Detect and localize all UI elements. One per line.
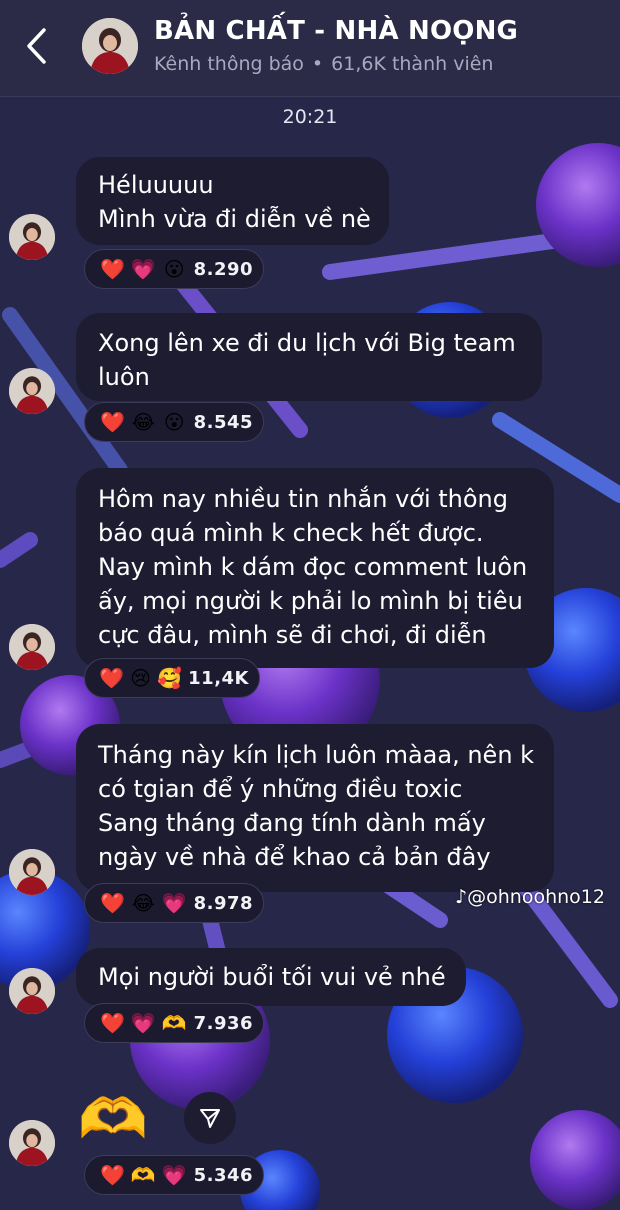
sender-avatar[interactable] xyxy=(9,968,55,1014)
share-button[interactable] xyxy=(184,1092,236,1144)
heart-icon: ❤️ xyxy=(99,410,125,434)
pink-heart-icon: 💗 xyxy=(161,891,187,915)
send-icon xyxy=(200,1109,220,1128)
crying-face-icon: 😢 xyxy=(130,666,151,690)
heart-hands-icon: 🫶 xyxy=(161,1011,187,1035)
channel-header: BẢN CHẤT - NHÀ NOỌNG Kênh thông báo • 61,6… xyxy=(0,0,620,97)
channel-type: Kênh thông báo xyxy=(154,53,304,75)
heart-icon: ❤️ xyxy=(99,257,125,281)
heart-icon: ❤️ xyxy=(99,1163,125,1187)
chevron-left-icon xyxy=(27,28,46,64)
sender-avatar[interactable] xyxy=(9,368,55,414)
message-bubble[interactable]: Mọi người buổi tối vui vẻ nhé xyxy=(76,948,466,1006)
laughing-face-icon: 😂 xyxy=(131,410,155,434)
reaction-count: 7.936 xyxy=(193,1012,254,1034)
separator-dot: • xyxy=(311,53,324,75)
sender-avatar[interactable] xyxy=(9,849,55,895)
message-line: Mọi người buổi tối vui vẻ nhé xyxy=(98,963,446,991)
reaction-count: 11,4K xyxy=(188,667,249,689)
reaction-bar[interactable]: ❤️ 😢 🥰 11,4K xyxy=(84,658,260,698)
tiktok-icon: ♪ xyxy=(455,886,468,908)
surprised-face-icon: 😮 xyxy=(163,410,185,434)
smiling-face-with-hearts-icon: 🥰 xyxy=(157,666,183,690)
message-line: luôn xyxy=(98,363,150,391)
message-line: Héluuuuu xyxy=(98,171,214,199)
reaction-bar[interactable]: ❤️ 🫶 💗 5.346 xyxy=(84,1155,264,1195)
reaction-count: 8.978 xyxy=(193,892,254,914)
reaction-count: 8.545 xyxy=(193,411,254,433)
laughing-face-icon: 😂 xyxy=(131,891,155,915)
message-timestamp: 20:21 xyxy=(282,106,338,128)
reaction-count: 5.346 xyxy=(193,1164,254,1186)
back-button[interactable] xyxy=(14,22,58,70)
message-line: báo quá mình k check hết được. xyxy=(98,519,484,547)
pink-heart-icon: 💗 xyxy=(130,1011,156,1035)
sender-avatar[interactable] xyxy=(9,214,55,260)
message-line: cực đâu, mình sẽ đi chơi, đi diễn xyxy=(98,621,487,649)
channel-title[interactable]: BẢN CHẤT - NHÀ NOỌNG xyxy=(154,16,518,46)
message-line: ngày về nhà để khao cả bản đây xyxy=(98,843,491,871)
message-line: Mình vừa đi diễn về nè xyxy=(98,205,371,233)
sender-avatar[interactable] xyxy=(9,1120,55,1166)
channel-subtitle: Kênh thông báo • 61,6K thành viên xyxy=(154,53,493,75)
reaction-bar[interactable]: ❤️ 😂 💗 8.978 xyxy=(84,883,264,923)
message-bubble[interactable]: Xong lên xe đi du lịch với Big team luôn xyxy=(76,313,542,401)
message-line: Xong lên xe đi du lịch với Big team xyxy=(98,329,516,357)
message-bubble[interactable]: Hôm nay nhiều tin nhắn với thông báo quá… xyxy=(76,468,554,668)
channel-avatar[interactable] xyxy=(82,18,138,74)
heart-icon: ❤️ xyxy=(99,891,125,915)
heart-icon: ❤️ xyxy=(99,1011,125,1035)
heart-icon: ❤️ xyxy=(99,666,124,690)
tiktok-watermark: ♪@ohnoohno12 xyxy=(455,886,605,908)
message-line: có tgian để ý những điều toxic xyxy=(98,775,463,803)
heart-hands-icon: 🫶 xyxy=(130,1163,156,1187)
watermark-handle: @ohnoohno12 xyxy=(467,886,605,908)
message-line: Tháng này kín lịch luôn màaa, nên k xyxy=(98,741,535,769)
message-line: ấy, mọi người k phải lo mình bị tiêu xyxy=(98,587,523,615)
message-bubble[interactable]: Héluuuuu Mình vừa đi diễn về nè xyxy=(76,157,389,245)
reaction-bar[interactable]: ❤️ 💗 🫶 7.936 xyxy=(84,1003,264,1043)
reaction-count: 8.290 xyxy=(193,258,254,280)
surprised-face-icon: 😮 xyxy=(163,257,185,281)
reaction-bar[interactable]: ❤️ 💗 😮 8.290 xyxy=(84,249,264,289)
reaction-bar[interactable]: ❤️ 😂 😮 8.545 xyxy=(84,402,264,442)
member-count: 61,6K thành viên xyxy=(331,53,494,75)
message-line: Nay mình k dám đọc comment luôn xyxy=(98,553,528,581)
message-line: Hôm nay nhiều tin nhắn với thông xyxy=(98,485,509,513)
sender-avatar[interactable] xyxy=(9,624,55,670)
heart-hands-sticker[interactable]: 🫶 xyxy=(78,1092,148,1148)
pink-heart-icon: 💗 xyxy=(130,257,156,281)
message-bubble[interactable]: Tháng này kín lịch luôn màaa, nên k có t… xyxy=(76,724,554,892)
pink-heart-icon: 💗 xyxy=(161,1163,187,1187)
message-line: Sang tháng đang tính dành mấy xyxy=(98,809,486,837)
